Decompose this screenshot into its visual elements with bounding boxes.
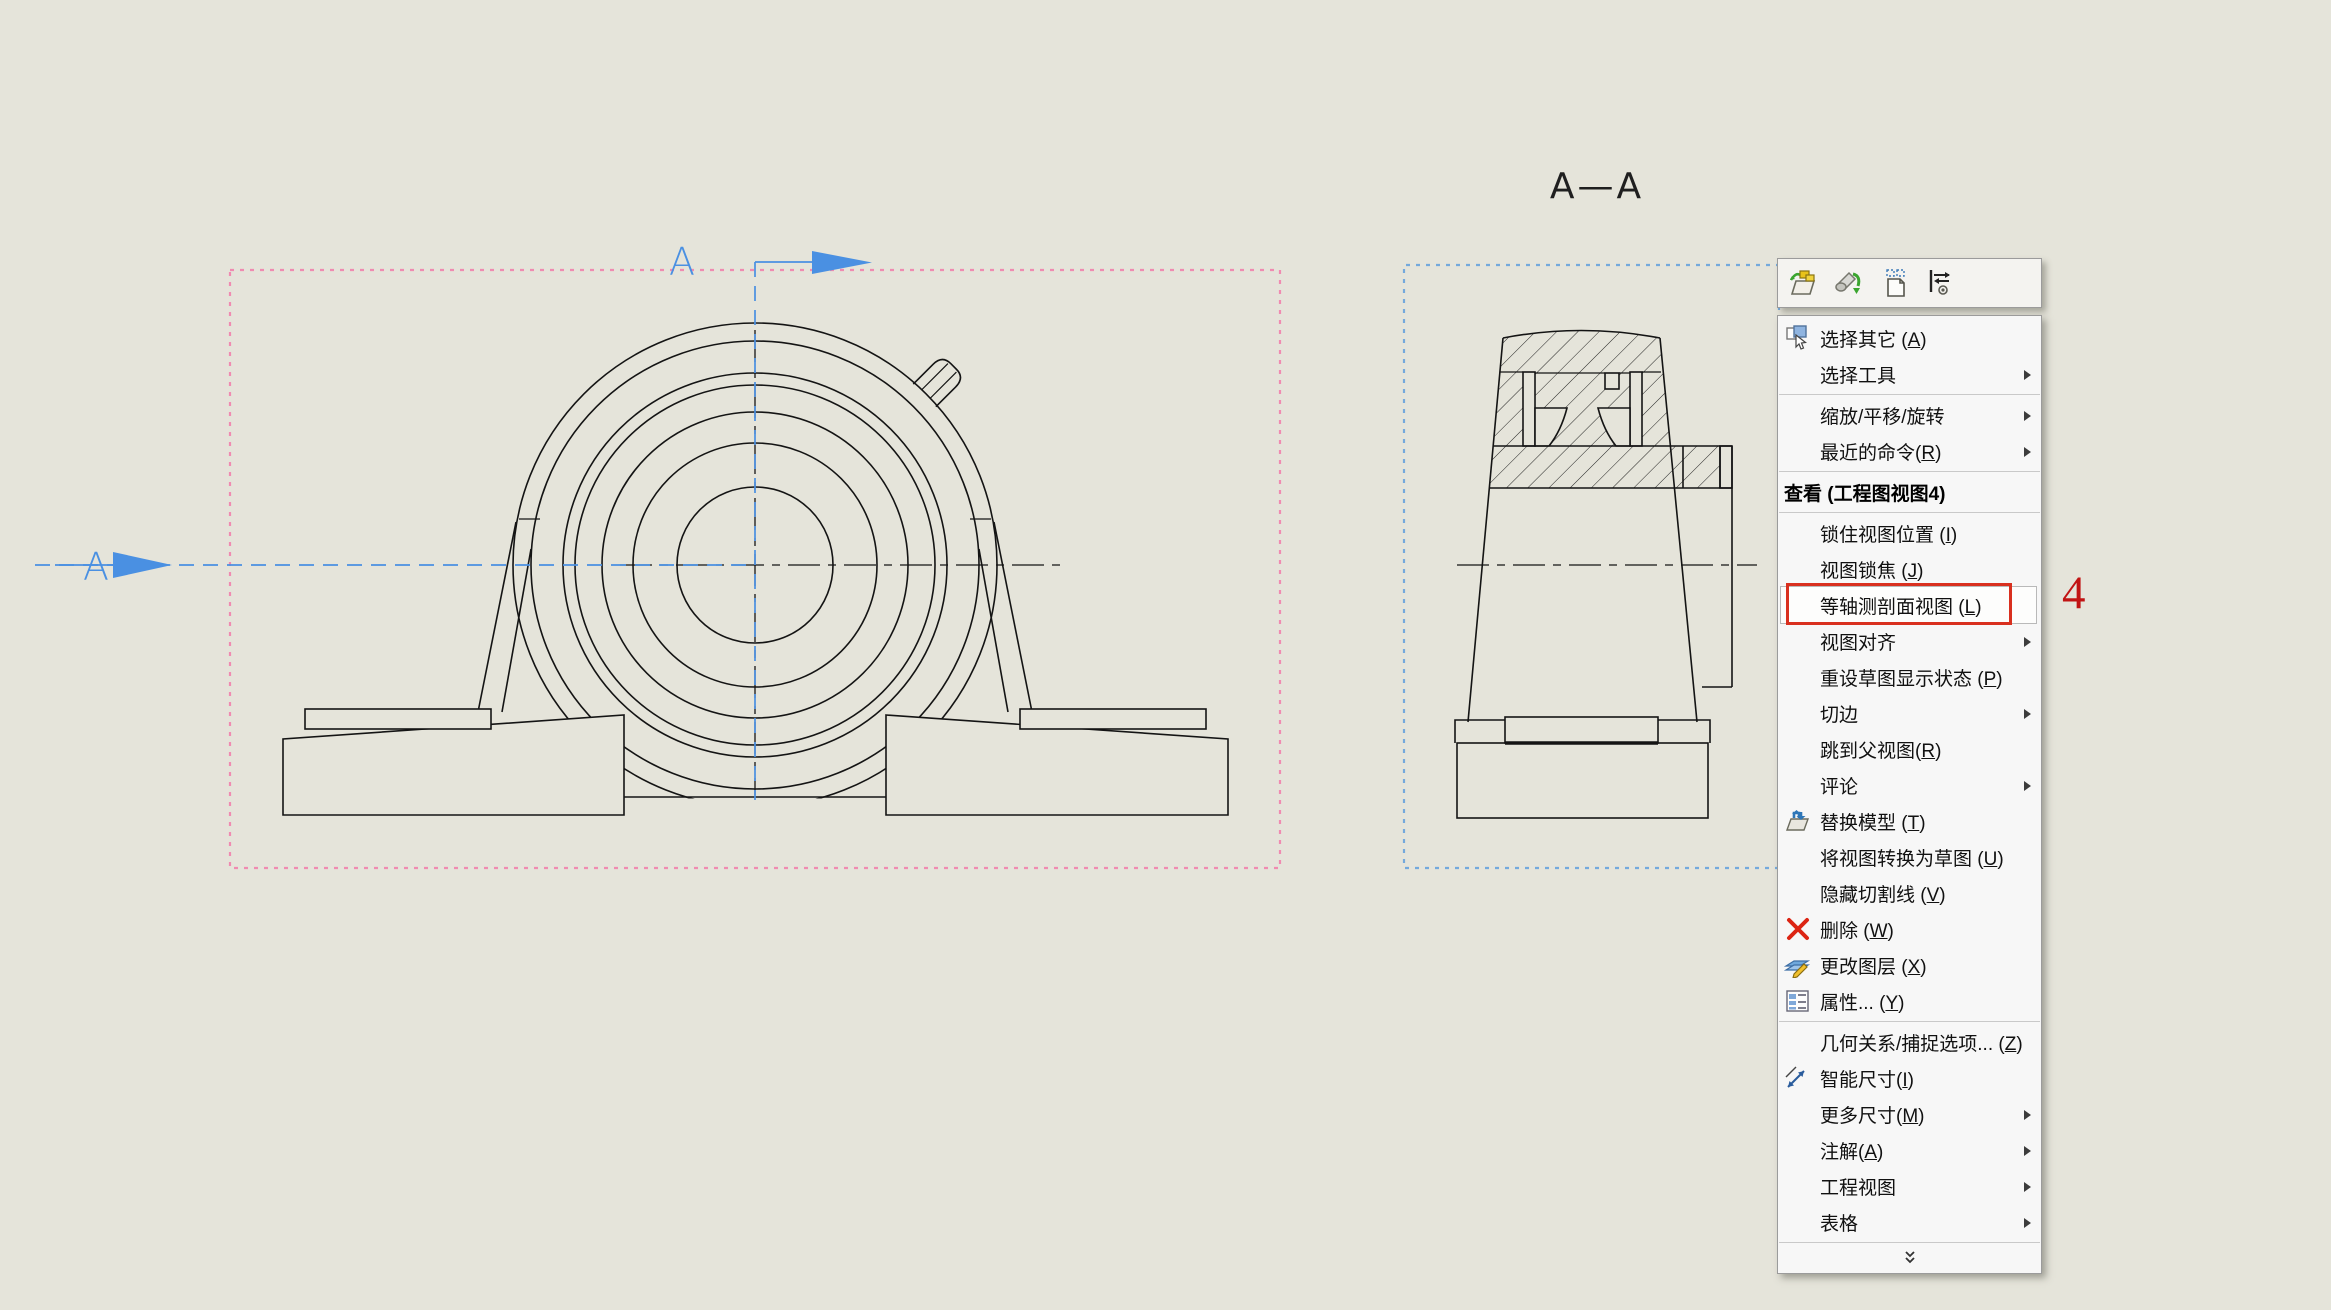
submenu-arrow-icon <box>2024 447 2031 457</box>
menu-item-label: 几何关系/捕捉选项... (Z) <box>1820 1029 2023 1056</box>
menu-item-12[interactable]: 重设草图显示状态 (P) <box>1778 659 2041 695</box>
menu-item-15[interactable]: 评论 <box>1778 767 2041 803</box>
menu-item-label: 替换模型 (T) <box>1820 808 1926 835</box>
section-tool-icon[interactable] <box>1832 264 1868 302</box>
menu-item-0[interactable]: 选择其它 (A) <box>1778 320 2041 356</box>
context-toolbar <box>1777 258 2042 308</box>
menu-item-label: 等轴测剖面视图 (L) <box>1820 592 1982 619</box>
menu-item-14[interactable]: 跳到父视图(R) <box>1778 731 2041 767</box>
menu-item-label: 跳到父视图(R) <box>1820 736 1941 763</box>
menu-separator <box>1778 469 2041 474</box>
menu-item-label: 删除 (W) <box>1820 916 1894 943</box>
view-alignment-icon[interactable] <box>1922 264 1958 302</box>
step-number-annotation: 4 <box>2062 566 2086 620</box>
menu-item-label: 更多尺寸(M) <box>1820 1101 1924 1128</box>
mask <box>660 799 850 829</box>
menu-item-label: 更改图层 (X) <box>1820 952 1927 979</box>
menu-item-label: 锁住视图位置 (I) <box>1820 520 1957 547</box>
select-other-icon <box>1783 324 1813 352</box>
menu-separator <box>1778 1240 2041 1245</box>
smart-dimension-icon <box>1783 1064 1813 1092</box>
submenu-arrow-icon <box>2024 1146 2031 1156</box>
properties-icon <box>1783 987 1813 1015</box>
delete-icon <box>1783 915 1813 943</box>
menu-item-label: 评论 <box>1820 772 1858 799</box>
menu-item-label: 切边 <box>1820 700 1858 727</box>
menu-item-21[interactable]: 属性... (Y) <box>1778 983 2041 1019</box>
section-letter-left: A <box>83 545 109 589</box>
menu-item-13[interactable]: 切边 <box>1778 695 2041 731</box>
menu-item-3[interactable]: 缩放/平移/旋转 <box>1778 397 2041 433</box>
menu-item-label: 重设草图显示状态 (P) <box>1820 664 2003 691</box>
section-arrow-icon <box>113 552 172 578</box>
menu-item-label: 工程视图 <box>1820 1173 1896 1200</box>
menu-item-11[interactable]: 视图对齐 <box>1778 623 2041 659</box>
menu-item-23[interactable]: 几何关系/捕捉选项... (Z) <box>1778 1024 2041 1060</box>
menu-item-4[interactable]: 最近的命令(R) <box>1778 433 2041 469</box>
change-layer-icon <box>1783 951 1813 979</box>
menu-item-25[interactable]: 更多尺寸(M) <box>1778 1096 2041 1132</box>
menu-item-label: 选择其它 (A) <box>1820 325 1927 352</box>
menu-item-label: 视图锁焦 (J) <box>1820 556 1923 583</box>
menu-item-label: 最近的命令(R) <box>1820 438 1941 465</box>
menu-item-9[interactable]: 视图锁焦 (J) <box>1778 551 2041 587</box>
replace-model-icon <box>1783 807 1813 835</box>
menu-item-label: 属性... (Y) <box>1820 988 1904 1015</box>
open-part-icon[interactable] <box>1787 264 1823 302</box>
submenu-arrow-icon <box>2024 1110 2031 1120</box>
menu-item-label: 将视图转换为草图 (U) <box>1820 844 2004 871</box>
menu-item-19[interactable]: 删除 (W) <box>1778 911 2041 947</box>
menu-item-20[interactable]: 更改图层 (X) <box>1778 947 2041 983</box>
solidworks-drawing-canvas: A A A—A <box>0 0 2331 1310</box>
submenu-arrow-icon <box>2024 1218 2031 1228</box>
menu-item-label: 智能尺寸(I) <box>1820 1065 1914 1092</box>
menu-item-24[interactable]: 智能尺寸(I) <box>1778 1060 2041 1096</box>
menu-item-1[interactable]: 选择工具 <box>1778 356 2041 392</box>
section-letter-top: A <box>669 240 695 284</box>
section-base <box>1455 717 1710 818</box>
menu-item-26[interactable]: 注解(A) <box>1778 1132 2041 1168</box>
section-view-title: A—A <box>1550 166 1644 207</box>
submenu-arrow-icon <box>2024 411 2031 421</box>
menu-item-label: 缩放/平移/旋转 <box>1820 402 1945 429</box>
submenu-arrow-icon <box>2024 709 2031 719</box>
menu-item-label: 视图对齐 <box>1820 628 1896 655</box>
menu-header-view: 查看 (工程图视图4) <box>1778 474 2041 510</box>
submenu-arrow-icon <box>2024 370 2031 380</box>
menu-item-27[interactable]: 工程视图 <box>1778 1168 2041 1204</box>
context-menu: 选择其它 (A) 选择工具缩放/平移/旋转最近的命令(R) 查看 (工程图视图4) 锁… <box>1777 315 2042 1274</box>
menu-item-label: 表格 <box>1820 1209 1858 1236</box>
submenu-arrow-icon <box>2024 781 2031 791</box>
menu-item-17[interactable]: 将视图转换为草图 (U) <box>1778 839 2041 875</box>
menu-item-10[interactable]: 等轴测剖面视图 (L) <box>1778 587 2041 623</box>
submenu-arrow-icon <box>2024 1182 2031 1192</box>
menu-item-16[interactable]: 替换模型 (T) <box>1778 803 2041 839</box>
menu-item-label: 注解(A) <box>1820 1137 1883 1164</box>
convert-to-sketch-icon[interactable] <box>1877 264 1913 302</box>
submenu-arrow-icon <box>2024 637 2031 647</box>
section-view-drawing-view[interactable]: A—A <box>1404 166 1780 868</box>
menu-item-label: 隐藏切割线 (V) <box>1820 880 1946 907</box>
menu-expand-chevron-icon[interactable] <box>1778 1245 2041 1269</box>
front-view-drawing-view[interactable]: A A <box>35 240 1280 868</box>
menu-item-label: 选择工具 <box>1820 361 1896 388</box>
menu-item-8[interactable]: 锁住视图位置 (I) <box>1778 515 2041 551</box>
menu-item-28[interactable]: 表格 <box>1778 1204 2041 1240</box>
grease-nipple <box>913 355 965 407</box>
menu-item-18[interactable]: 隐藏切割线 (V) <box>1778 875 2041 911</box>
